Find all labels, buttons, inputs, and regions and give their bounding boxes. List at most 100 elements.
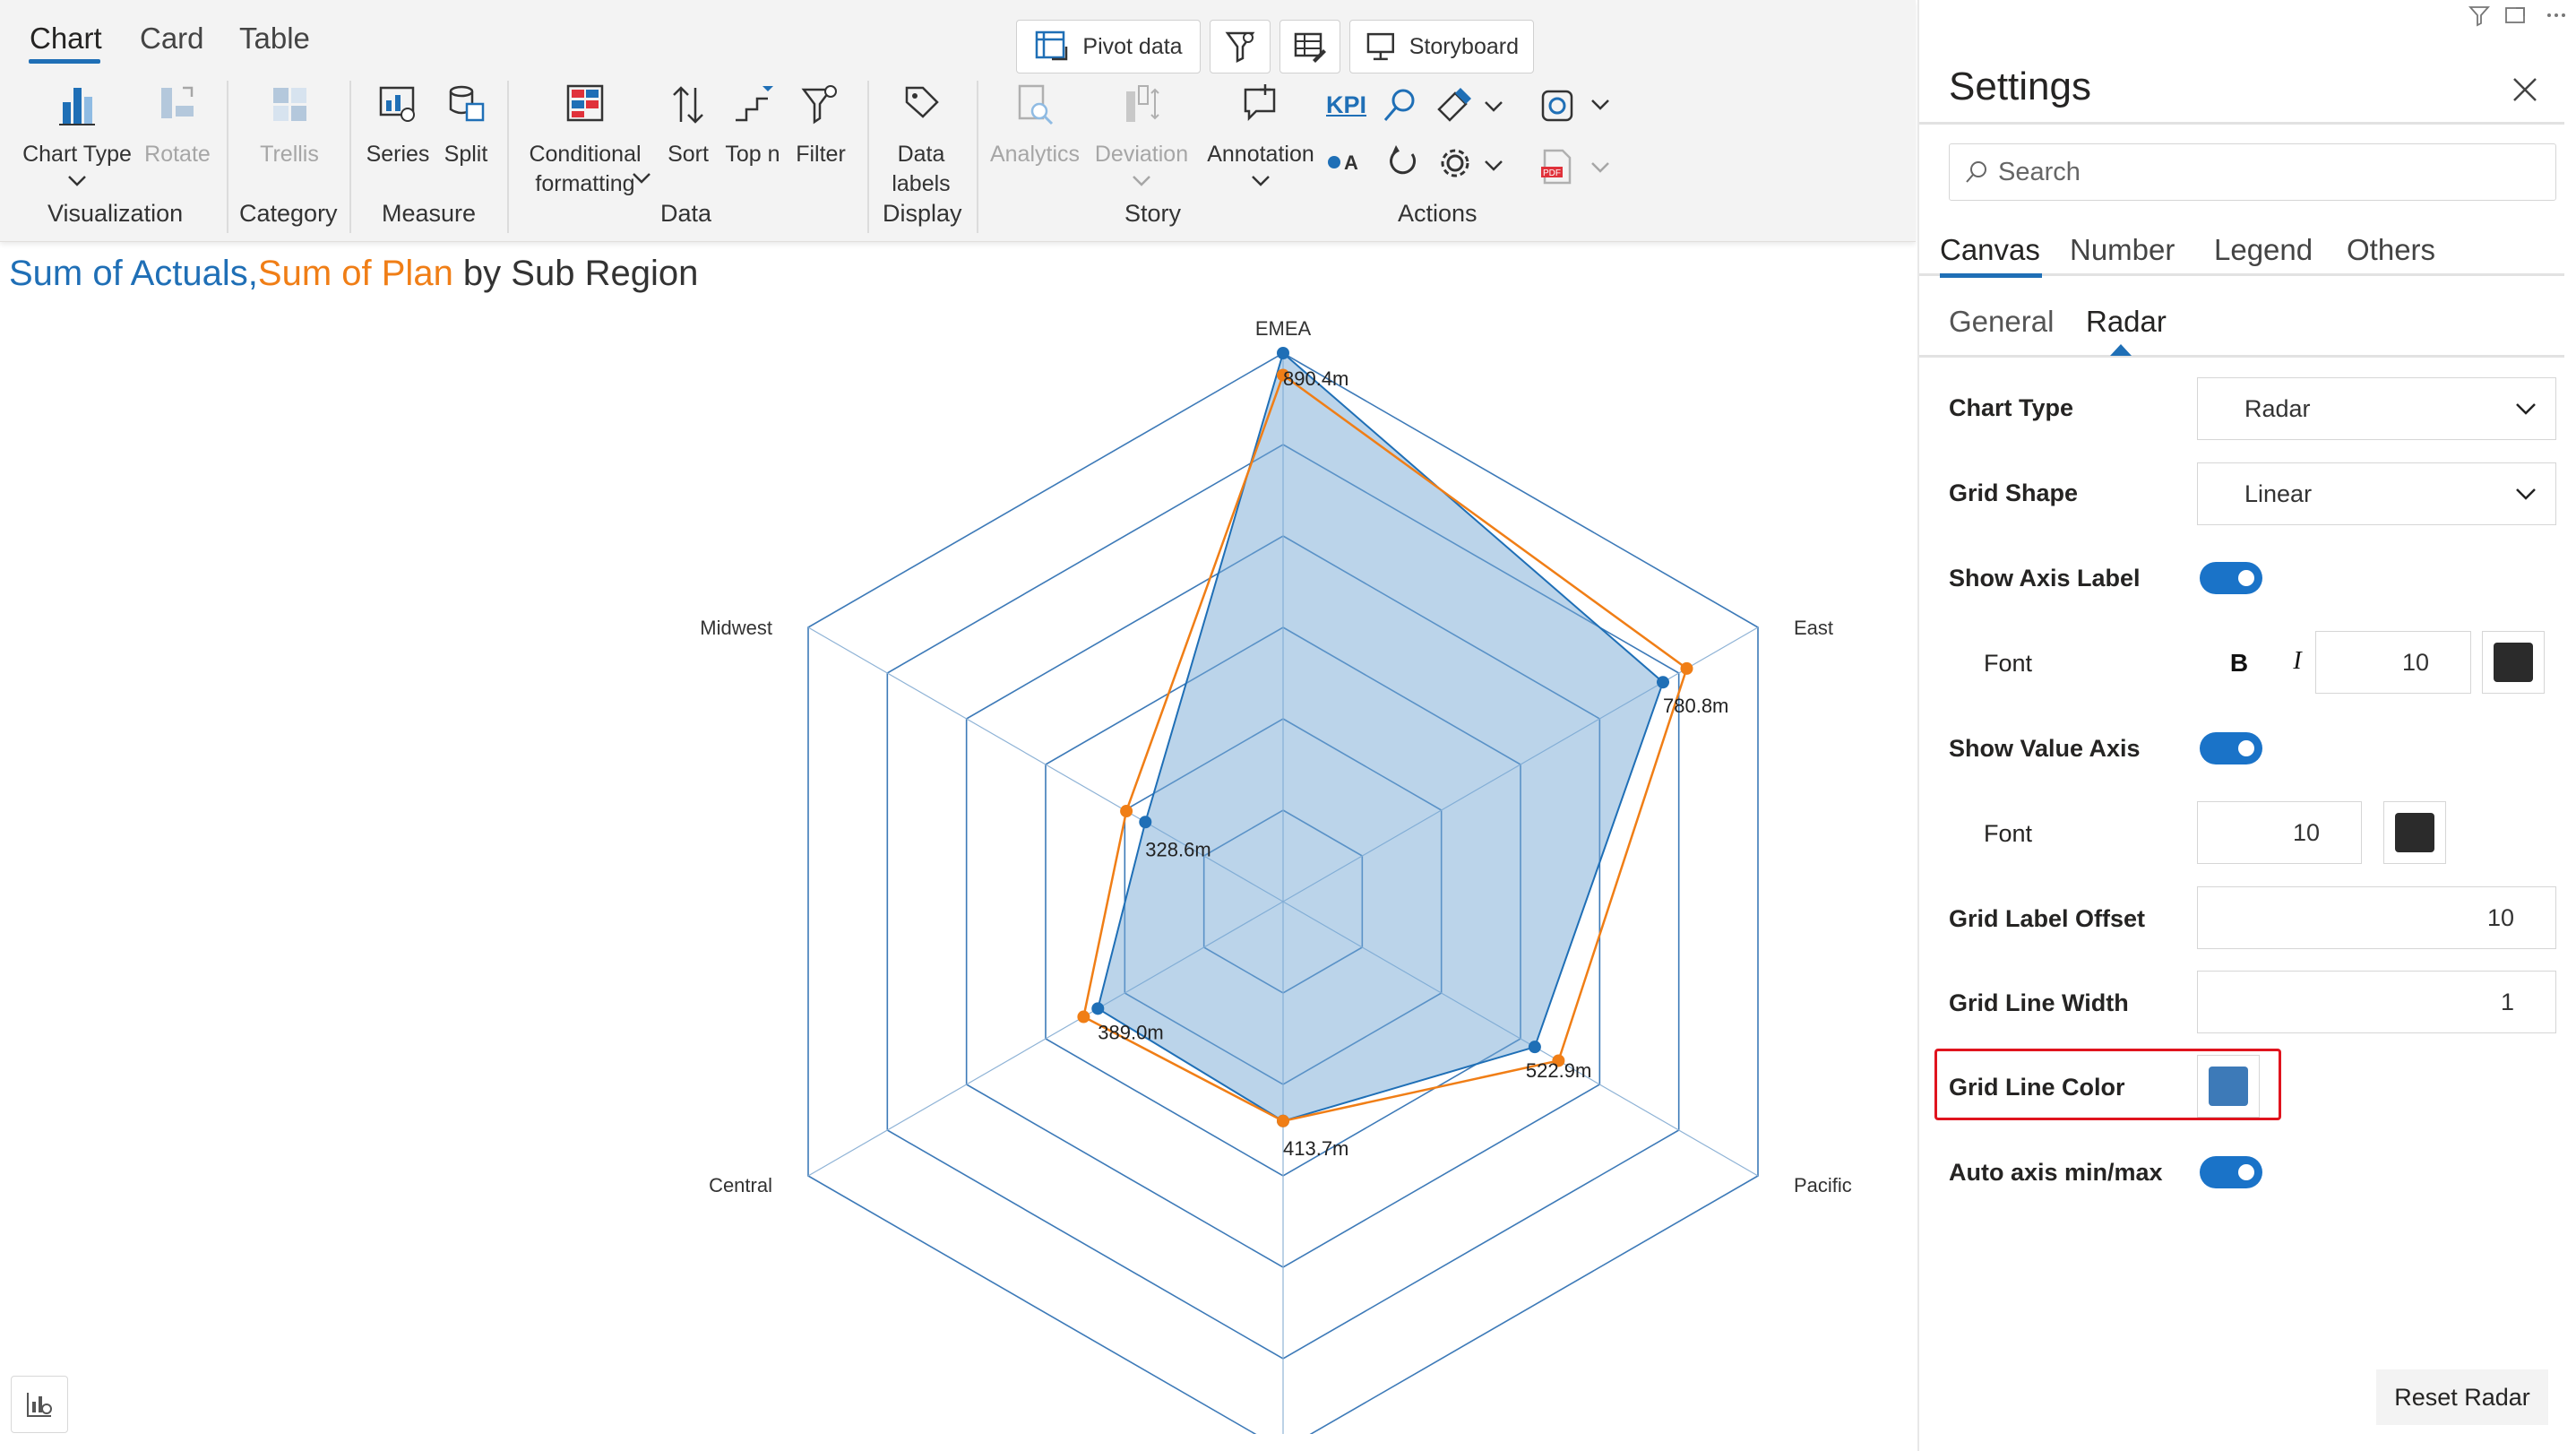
tab-card[interactable]: Card [140,22,204,56]
chart-type-button[interactable]: Chart Type [20,82,134,189]
analytics-button[interactable]: Analytics [986,82,1084,169]
active-tab-indicator [1940,273,2042,278]
chevron-down-icon [2516,488,2536,500]
active-tab-indicator [29,59,100,64]
focus-mode-icon[interactable] [2503,4,2527,27]
radar-category-label: East [1794,617,1833,639]
subtab-general[interactable]: General [1949,305,2054,339]
show-value-axis-toggle[interactable] [2200,732,2262,764]
split-button[interactable]: Split [437,82,495,169]
top-n-label: Top n [725,142,780,167]
split-icon [449,85,485,122]
more-options-icon[interactable] [2545,4,2568,27]
subtab-radar[interactable]: Radar [2086,305,2167,339]
value-font-label: Font [1984,820,2033,847]
radar-data-label: 780.8m [1663,695,1728,717]
ribbon-divider [227,81,228,233]
legend-series-icon[interactable]: A [1326,149,1366,176]
filter-button[interactable]: Filter [788,82,853,169]
pivot-data-button[interactable]: Pivot data [1016,20,1201,73]
grid-line-width-label: Grid Line Width [1949,989,2129,1016]
paint-brush-icon[interactable] [1434,86,1473,125]
storyboard-icon [1366,32,1394,61]
radar-data-label: 522.9m [1526,1059,1591,1082]
show-axis-label-toggle[interactable] [2200,562,2262,594]
analytics-icon [1018,84,1054,125]
series-button[interactable]: Series [364,82,432,169]
sort-label: Sort [668,142,709,167]
grid-shape-dropdown[interactable]: Linear [2197,462,2556,525]
radar-point-actuals [1528,1041,1541,1054]
top-n-icon [736,86,773,122]
value-font-size-input[interactable]: 10 [2197,801,2362,864]
tab-chart[interactable]: Chart [30,22,102,56]
grid-line-color-picker[interactable] [2197,1055,2260,1118]
chevron-down-icon[interactable] [1483,158,1504,174]
ribbon-toolbar: Chart Card Table Pivot data Storyboard C… [0,0,1916,242]
table-edit-button[interactable] [1279,20,1340,73]
chart-type-dropdown[interactable]: Radar [2197,377,2556,440]
chart-settings-icon [27,1393,52,1417]
grid-line-width-input[interactable]: 1 [2197,971,2556,1033]
radar-chart: EMEAEastPacificAPACCentralMidwest890.4m7… [700,317,1852,1434]
pdf-export-icon[interactable]: PDF [1538,147,1577,186]
chart-options-button[interactable] [11,1376,68,1433]
search-icon[interactable] [1380,86,1419,125]
refresh-icon[interactable] [1385,143,1421,179]
axis-font-color-picker[interactable] [2482,631,2545,694]
search-input[interactable] [1998,157,2536,187]
conditional-filter-button[interactable] [1210,20,1271,73]
italic-button[interactable]: I [2279,647,2315,676]
grid-label-offset-input[interactable]: 10 [2197,886,2556,949]
rotate-button[interactable]: Rotate [142,82,213,169]
tab-number[interactable]: Number [2070,233,2175,267]
filter-icon [801,85,837,125]
radar-point-plan [1120,805,1133,818]
data-labels-button[interactable]: Data labels [878,82,964,199]
series-icon [379,86,415,122]
tab-table[interactable]: Table [239,22,310,56]
chart-type-value: Radar [2244,394,2311,422]
pivot-data-label: Pivot data [1082,33,1183,59]
kpi-button[interactable]: KPI [1326,91,1366,119]
settings-gear-icon[interactable] [1437,145,1473,181]
radar-point-actuals [1091,1002,1105,1015]
settings-gear-icon[interactable] [1538,86,1577,125]
top-n-button[interactable]: Top n [720,82,785,169]
chevron-down-icon[interactable] [1590,97,1611,113]
rotate-label: Rotate [144,142,211,167]
show-axis-label-label: Show Axis Label [1949,565,2141,592]
tab-canvas[interactable]: Canvas [1940,233,2040,267]
deviation-button[interactable]: Deviation [1089,82,1194,189]
conditional-chevron-icon[interactable] [631,170,652,186]
chevron-down-icon[interactable] [1590,160,1611,176]
value-font-color-swatch [2395,813,2434,852]
bold-button[interactable]: B [2221,649,2257,678]
auto-axis-toggle[interactable] [2200,1156,2262,1188]
storyboard-button[interactable]: Storyboard [1349,20,1534,73]
divider [1919,122,2564,125]
trellis-button[interactable]: Trellis [249,82,330,169]
pivot-table-icon [1036,30,1068,61]
chevron-down-icon [1133,176,1150,186]
sort-button[interactable]: Sort [661,82,715,169]
tab-legend[interactable]: Legend [2214,233,2313,267]
annotation-button[interactable]: Annotation [1201,82,1321,189]
annotation-label: Annotation [1207,142,1314,167]
value-font-color-picker[interactable] [2383,801,2446,864]
radar-category-label: EMEA [1255,317,1312,340]
axis-font-size-input[interactable]: 10 [2315,631,2471,694]
close-icon[interactable] [2509,73,2541,106]
tab-others[interactable]: Others [2347,233,2435,267]
reset-radar-button[interactable]: Reset Radar [2376,1369,2548,1425]
chevron-down-icon [1252,176,1270,186]
grid-label-offset-value: 10 [2486,903,2514,931]
radar-category-label: Pacific [1794,1174,1852,1196]
radar-point-actuals [1657,676,1670,689]
chevron-down-icon [2516,403,2536,415]
group-label-measure: Measure [382,200,477,227]
series-label: Series [366,142,430,167]
chevron-down-icon[interactable] [1483,99,1504,115]
grid-line-color-label: Grid Line Color [1949,1074,2125,1101]
filter-icon[interactable] [2468,4,2491,27]
